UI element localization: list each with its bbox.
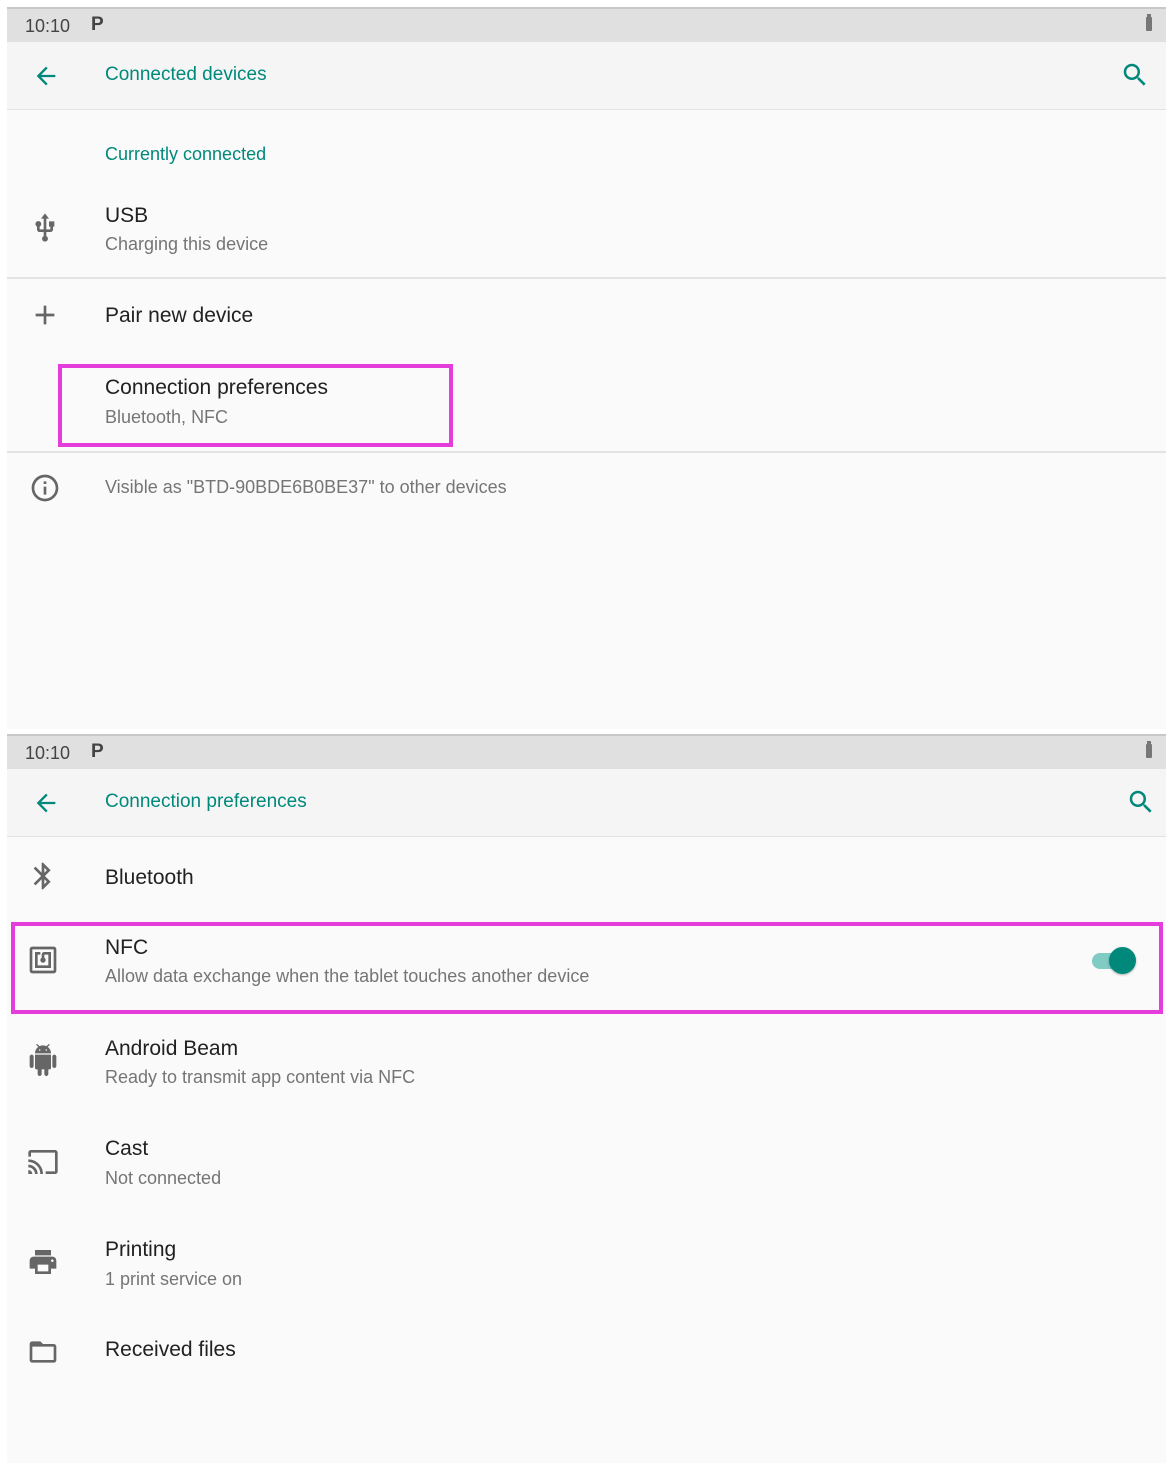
status-time: 10:10 xyxy=(25,743,71,763)
info-icon xyxy=(31,474,59,502)
battery-icon xyxy=(1146,741,1152,758)
nfc-title: NFC xyxy=(105,936,149,959)
notification-p-icon: P xyxy=(91,14,104,35)
section-header-currently-connected: Currently connected xyxy=(105,144,267,164)
cast-summary: Not connected xyxy=(105,1168,222,1188)
arrow-back-icon[interactable] xyxy=(31,62,61,90)
android-icon xyxy=(29,1044,57,1076)
received-files-title: Received files xyxy=(105,1338,236,1361)
visible-as-row: Visible as "BTD-90BDE6B0BE37" to other d… xyxy=(7,469,1166,509)
connection-preferences-summary: Bluetooth, NFC xyxy=(105,407,229,427)
status-bar: 10:10 P xyxy=(7,734,1166,769)
toggle-thumb xyxy=(1109,947,1136,974)
toolbar: Connection preferences xyxy=(7,769,1166,837)
nfc-icon xyxy=(29,946,57,974)
search-icon[interactable] xyxy=(1126,787,1156,817)
connected-devices-screen: 10:10 P Connected devices Currently conn… xyxy=(7,7,1166,729)
status-time: 10:10 xyxy=(25,16,71,36)
received-files-row[interactable]: Received files xyxy=(7,1324,1166,1396)
status-bar: 10:10 P xyxy=(7,7,1166,42)
usb-row[interactable]: USB Charging this device xyxy=(7,192,1166,276)
bluetooth-icon xyxy=(33,862,51,890)
connection-preferences-row[interactable]: Connection preferences Bluetooth, NFC xyxy=(7,364,1166,448)
arrow-back-icon[interactable] xyxy=(31,789,61,817)
page-title: Connection preferences xyxy=(105,791,307,812)
page-title: Connected devices xyxy=(105,64,267,85)
plus-icon xyxy=(35,305,55,325)
printing-title: Printing xyxy=(105,1238,177,1261)
folder-icon xyxy=(29,1341,57,1363)
battery-icon xyxy=(1146,14,1152,31)
divider xyxy=(7,451,1166,453)
printing-summary: 1 print service on xyxy=(105,1269,243,1289)
notification-p-icon: P xyxy=(91,741,104,762)
pair-new-device-title: Pair new device xyxy=(105,304,254,327)
printer-icon xyxy=(29,1250,57,1274)
nfc-summary: Allow data exchange when the tablet touc… xyxy=(105,966,590,986)
cast-row[interactable]: Cast Not connected xyxy=(7,1126,1166,1214)
toolbar: Connected devices xyxy=(7,42,1166,110)
android-beam-title: Android Beam xyxy=(105,1037,239,1060)
usb-summary: Charging this device xyxy=(105,234,269,254)
pair-new-device-row[interactable]: Pair new device xyxy=(7,282,1166,352)
bluetooth-title: Bluetooth xyxy=(105,866,194,889)
divider xyxy=(7,277,1166,279)
cast-icon xyxy=(28,1150,58,1174)
usb-title: USB xyxy=(105,204,149,227)
nfc-row[interactable]: NFC Allow data exchange when the tablet … xyxy=(7,924,1166,1012)
nfc-toggle[interactable] xyxy=(1090,943,1136,977)
cast-title: Cast xyxy=(105,1137,149,1160)
connection-preferences-title: Connection preferences xyxy=(105,376,328,399)
android-beam-row[interactable]: Android Beam Ready to transmit app conte… xyxy=(7,1024,1166,1112)
printing-row[interactable]: Printing 1 print service on xyxy=(7,1226,1166,1314)
visible-as-text: Visible as "BTD-90BDE6B0BE37" to other d… xyxy=(105,477,507,497)
search-icon[interactable] xyxy=(1120,60,1150,90)
android-beam-summary: Ready to transmit app content via NFC xyxy=(105,1067,416,1087)
connection-preferences-screen: 10:10 P Connection preferences Bluetooth… xyxy=(7,734,1166,1463)
usb-icon xyxy=(35,213,55,242)
bluetooth-row[interactable]: Bluetooth xyxy=(7,840,1166,916)
